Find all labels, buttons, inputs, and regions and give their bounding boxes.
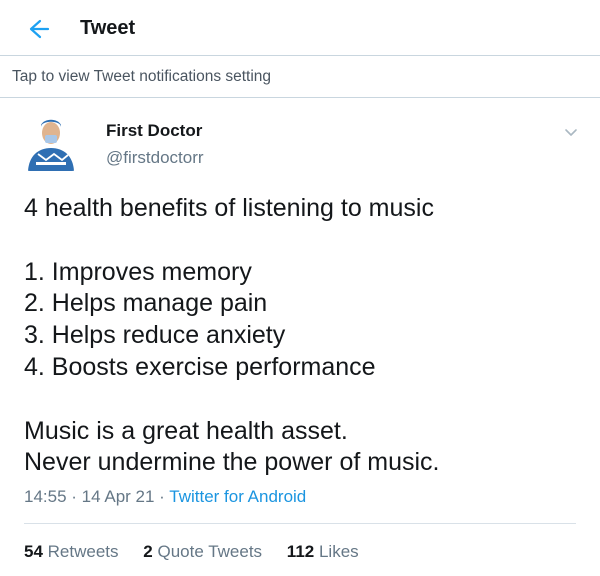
notification-setting-text: Tap to view Tweet notifications setting	[12, 68, 272, 85]
tweet-time: 14:55	[24, 487, 67, 506]
retweets-stat[interactable]: 54 Retweets	[24, 542, 119, 562]
retweets-count: 54	[24, 542, 43, 561]
author-avatar[interactable]	[24, 113, 78, 171]
notification-setting-bar[interactable]: Tap to view Tweet notifications setting	[0, 57, 600, 98]
likes-count: 112	[286, 542, 315, 561]
tweet-menu-button[interactable]	[562, 124, 580, 140]
chevron-down-icon	[565, 129, 577, 136]
likes-label: Likes	[318, 542, 359, 561]
doctor-avatar-icon	[24, 113, 78, 171]
top-app-bar: Tweet	[0, 0, 600, 56]
retweets-label: Retweets	[47, 542, 119, 561]
meta-separator: ·	[66, 487, 82, 506]
tweet-text: 4 health benefits of listening to music …	[24, 194, 440, 477]
quote-tweets-label: Quote Tweets	[157, 542, 263, 561]
meta-separator: ·	[154, 487, 170, 506]
divider	[24, 523, 576, 524]
tweet-stats: 54 Retweets 2 Quote Tweets 112 Likes	[24, 542, 379, 562]
page-title: Tweet	[80, 17, 136, 39]
tweet-source-link[interactable]: Twitter for Android	[169, 487, 306, 506]
likes-stat[interactable]: 112 Likes	[287, 542, 359, 562]
back-button[interactable]	[22, 16, 52, 42]
quote-tweets-stat[interactable]: 2 Quote Tweets	[143, 542, 262, 562]
tweet-date: 14 Apr 21	[81, 487, 155, 506]
quote-tweets-count: 2	[143, 542, 153, 561]
tweet-meta: 14:55 · 14 Apr 21 · Twitter for Android	[24, 487, 306, 507]
author-name[interactable]: First Doctor	[106, 121, 202, 141]
author-handle[interactable]: @firstdoctorr	[106, 148, 204, 168]
back-arrow-icon	[29, 19, 50, 39]
